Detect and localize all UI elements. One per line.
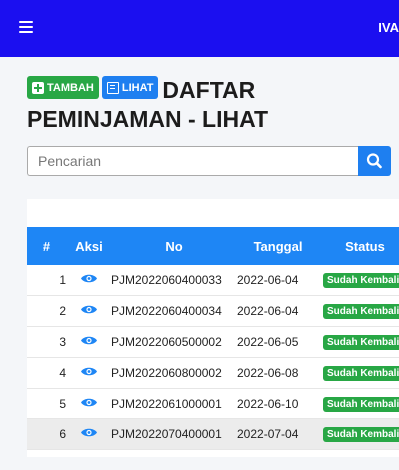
table-row[interactable]: 6 PJM2022070400001 2022-07-04 Sudah Kembali xyxy=(27,418,399,451)
action-cell xyxy=(71,388,107,420)
user-menu[interactable]: IVA xyxy=(378,20,399,35)
status-cell: Sudah Kembali xyxy=(319,418,399,451)
loan-date: 2022-06-10 xyxy=(237,388,319,420)
table-header-row: # Aksi No Tanggal Status xyxy=(27,227,399,265)
view-button-label: LIHAT xyxy=(121,81,154,94)
loan-list-card: # Aksi No Tanggal Status 1 PJM20220604000… xyxy=(27,199,399,457)
action-cell xyxy=(71,357,107,389)
search-input[interactable] xyxy=(27,146,358,176)
eye-icon[interactable] xyxy=(80,304,98,315)
loan-number: PJM2022060400034 xyxy=(107,295,237,328)
row-number: 3 xyxy=(27,326,71,358)
action-cell xyxy=(71,265,107,297)
table-row[interactable]: 4 PJM2022060800002 2022-06-08 Sudah Kembali xyxy=(27,357,399,389)
row-number: 2 xyxy=(27,295,71,328)
loan-number: PJM2022061000001 xyxy=(107,388,237,420)
add-button-label: TAMBAH xyxy=(47,81,94,94)
action-cell xyxy=(71,326,107,358)
loan-number: PJM2022060400033 xyxy=(107,265,237,297)
loan-number: PJM2022070400001 xyxy=(107,418,237,451)
status-cell: Sudah Kembali xyxy=(319,326,399,358)
eye-icon[interactable] xyxy=(80,427,98,438)
action-cell xyxy=(71,418,107,451)
status-cell: Sudah Kembali xyxy=(319,388,399,420)
eye-icon[interactable] xyxy=(80,397,98,408)
view-button[interactable]: LIHAT xyxy=(101,76,159,99)
status-cell: Sudah Kembali xyxy=(319,265,399,297)
col-header-status[interactable]: Status xyxy=(319,227,399,265)
col-header-number: # xyxy=(27,227,71,265)
status-badge: Sudah Kembali xyxy=(323,365,399,381)
status-badge: Sudah Kembali xyxy=(323,334,399,350)
table-row[interactable]: 1 PJM2022060400033 2022-06-04 Sudah Kembali xyxy=(27,265,399,297)
page-title-line2: PEMINJAMAN - LIHAT xyxy=(27,105,269,132)
top-navbar: IVA xyxy=(0,0,399,57)
col-header-action: Aksi xyxy=(71,227,107,265)
loan-date: 2022-06-08 xyxy=(237,357,319,389)
loan-date: 2022-06-05 xyxy=(237,326,319,358)
hamburger-icon[interactable] xyxy=(19,21,33,35)
row-number: 1 xyxy=(27,265,71,297)
action-cell xyxy=(71,295,107,328)
col-header-date[interactable]: Tanggal xyxy=(237,227,319,265)
eye-icon[interactable] xyxy=(80,335,98,346)
status-badge: Sudah Kembali xyxy=(323,273,399,289)
loan-date: 2022-06-04 xyxy=(237,295,319,328)
loan-date: 2022-07-04 xyxy=(237,418,319,451)
col-header-loan-number[interactable]: No xyxy=(107,227,237,265)
search-icon xyxy=(366,153,382,169)
eye-icon[interactable] xyxy=(80,366,98,377)
add-button[interactable]: TAMBAH xyxy=(27,76,99,99)
loan-number: PJM2022060500002 xyxy=(107,326,237,358)
loan-number: PJM2022060800002 xyxy=(107,357,237,389)
page-heading: TAMBAH LIHAT DAFTAR PEMINJAMAN - LIHAT xyxy=(27,76,399,133)
eye-icon[interactable] xyxy=(80,273,98,284)
table-row[interactable]: 2 PJM2022060400034 2022-06-04 Sudah Kembali xyxy=(27,295,399,328)
status-badge: Sudah Kembali xyxy=(323,396,399,412)
table-row[interactable]: 5 PJM2022061000001 2022-06-10 Sudah Kembali xyxy=(27,388,399,420)
table-row[interactable]: 3 PJM2022060500002 2022-06-05 Sudah Kembali xyxy=(27,326,399,358)
status-cell: Sudah Kembali xyxy=(319,357,399,389)
page-title-line1: DAFTAR xyxy=(162,76,256,103)
row-number: 6 xyxy=(27,418,71,451)
row-number: 4 xyxy=(27,357,71,389)
loan-date: 2022-06-04 xyxy=(237,265,319,297)
status-badge: Sudah Kembali xyxy=(323,304,399,320)
loan-table: # Aksi No Tanggal Status 1 PJM20220604000… xyxy=(27,227,399,451)
list-icon xyxy=(106,81,119,94)
status-cell: Sudah Kembali xyxy=(319,295,399,328)
search-bar xyxy=(27,146,391,176)
row-number: 5 xyxy=(27,388,71,420)
status-badge: Sudah Kembali xyxy=(323,427,399,443)
plus-square-icon xyxy=(32,81,44,94)
search-button[interactable] xyxy=(358,146,391,176)
